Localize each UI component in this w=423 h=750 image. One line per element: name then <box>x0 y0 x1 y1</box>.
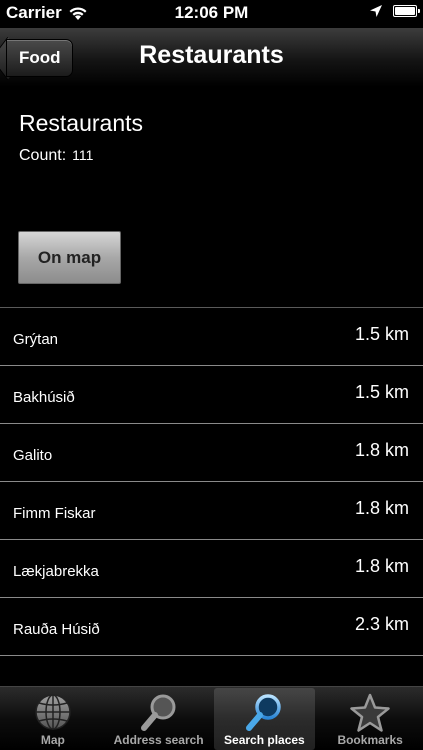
globe-icon <box>35 694 71 730</box>
magnifier-blue-icon <box>246 694 282 731</box>
location-arrow-icon <box>370 5 382 17</box>
category-heading: Restaurants <box>19 110 144 136</box>
magnifier-icon <box>140 694 176 731</box>
result-count: Count: 111 <box>19 147 93 165</box>
place-distance: 1.5 km <box>354 324 409 344</box>
places-list: Grýtan 1.5 km Bakhúsið 1.5 km Galito 1.8… <box>0 307 423 656</box>
place-distance: 1.8 km <box>354 498 409 518</box>
place-name: Fimm Fiskar <box>13 505 96 522</box>
tab-label: Bookmarks <box>337 733 403 747</box>
navigation-bar: Food Restaurants <box>0 28 423 88</box>
list-item[interactable]: Rauða Húsið 2.3 km <box>0 598 423 656</box>
place-name: Lækjabrekka <box>13 563 99 580</box>
count-label: Count: <box>19 147 67 164</box>
list-item[interactable]: Lækjabrekka 1.8 km <box>0 540 423 598</box>
list-item[interactable]: Grýtan 1.5 km <box>0 308 423 366</box>
count-value: 111 <box>72 147 94 163</box>
tab-bar: Map Address search Search places Bookmar… <box>0 686 423 750</box>
tab-label: Search places <box>224 733 305 747</box>
main-content: Restaurants Count: 111 On map Grýtan 1.5 … <box>0 89 423 685</box>
status-time: 12:06 PM <box>174 3 249 22</box>
battery-icon <box>393 5 420 17</box>
list-item[interactable]: Fimm Fiskar 1.8 km <box>0 482 423 540</box>
status-bar: Carrier 12:06 PM <box>0 0 423 28</box>
tab-search-places[interactable]: Search places <box>213 688 315 750</box>
place-distance: 2.3 km <box>354 614 409 634</box>
back-button[interactable]: Food <box>6 39 73 77</box>
place-distance: 1.8 km <box>354 440 409 460</box>
place-name: Bakhúsið <box>13 389 75 406</box>
tab-bookmarks[interactable]: Bookmarks <box>320 688 421 750</box>
on-map-button[interactable]: On map <box>18 231 121 284</box>
tab-address-search[interactable]: Address search <box>108 688 209 750</box>
tab-label: Map <box>40 733 65 747</box>
place-name: Galito <box>13 447 53 464</box>
place-distance: 1.8 km <box>354 556 409 576</box>
place-name: Rauða Húsið <box>13 621 100 638</box>
place-name: Grýtan <box>13 331 59 348</box>
star-icon <box>350 693 390 732</box>
list-item[interactable]: Galito 1.8 km <box>0 424 423 482</box>
tab-map[interactable]: Map <box>2 688 103 750</box>
place-distance: 1.5 km <box>354 382 409 402</box>
list-item[interactable]: Bakhúsið 1.5 km <box>0 366 423 424</box>
tab-label: Address search <box>113 733 204 747</box>
